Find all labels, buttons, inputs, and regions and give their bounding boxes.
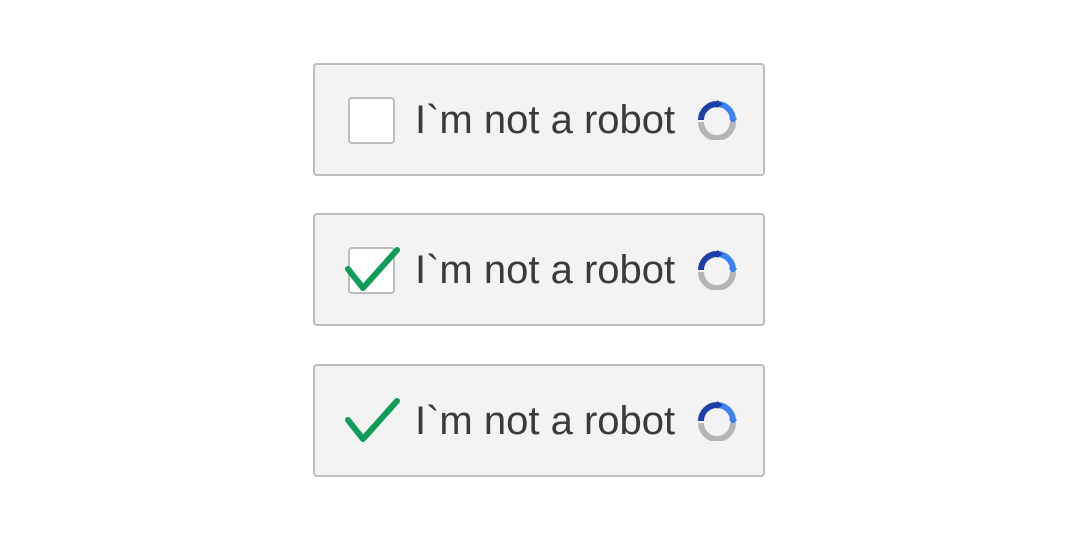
captcha-logo-icon bbox=[698, 401, 737, 441]
captcha-states-stage: I`m not a robot I`m not a robot I`m not … bbox=[0, 0, 1080, 540]
captcha-widget-checked: I`m not a robot bbox=[313, 213, 765, 326]
captcha-label: I`m not a robot bbox=[415, 98, 676, 142]
captcha-widget-unchecked: I`m not a robot bbox=[313, 63, 765, 176]
checkmark-icon bbox=[345, 247, 400, 291]
captcha-label: I`m not a robot bbox=[415, 399, 676, 443]
captcha-label: I`m not a robot bbox=[415, 248, 676, 292]
captcha-widget-verified: I`m not a robot bbox=[313, 364, 765, 477]
captcha-logo-icon bbox=[698, 250, 737, 290]
captcha-checkbox[interactable] bbox=[348, 97, 395, 144]
checkmark-icon bbox=[345, 398, 400, 442]
captcha-logo-icon bbox=[698, 100, 737, 140]
